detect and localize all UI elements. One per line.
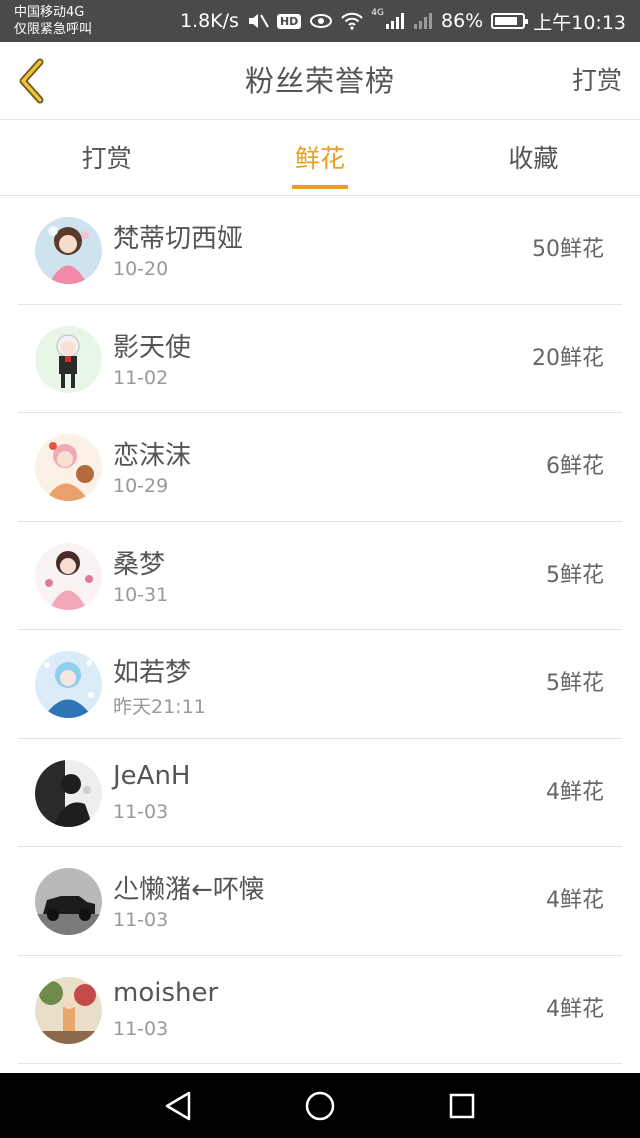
flower-count: 20鲜花 [532, 345, 604, 371]
list-item[interactable]: 恋沫沫 10-29 6鲜花 [18, 413, 622, 522]
clock: 上午10:13 [533, 11, 626, 34]
system-nav-bar [0, 1073, 640, 1138]
list-item[interactable]: 梵蒂切西娅 10-20 50鲜花 [18, 196, 622, 305]
list-item[interactable]: 桑梦 10-31 5鲜花 [18, 522, 622, 630]
fan-time: 11-03 [113, 800, 169, 823]
fan-time: 10-20 [113, 258, 169, 280]
fan-list: 梵蒂切西娅 10-20 50鲜花 影天使 11-02 20鲜花 恋沫沫 10-2… [18, 196, 622, 1064]
flower-count: 5鲜花 [546, 562, 604, 588]
battery-percent: 86% [441, 10, 484, 32]
network-speed: 1.8K/s [179, 10, 239, 32]
status-indicators: 1.8K/s HD 4G 86% 上午10:13 [180, 0, 626, 42]
list-item[interactable]: 尐懒潴←吥懐 11-03 4鲜花 [18, 847, 622, 956]
flower-count: 4鲜花 [546, 779, 604, 805]
fan-name: 尐懒潴←吥懐 [113, 875, 265, 905]
wifi-icon [341, 12, 364, 30]
network-type: 4G [371, 8, 384, 18]
tab-reward-label: 打赏 [81, 144, 132, 173]
battery-level [495, 17, 518, 25]
fan-time: 11-02 [113, 366, 169, 389]
fan-name: 如若梦 [113, 658, 192, 688]
nav-back-button[interactable] [156, 1085, 200, 1127]
fan-time: 昨天21:11 [113, 696, 206, 718]
carrier-info: 中国移动4G 仅限紧急呼叫 [14, 4, 92, 38]
reward-button[interactable]: 打赏 [572, 42, 622, 120]
flower-count: 4鲜花 [546, 996, 604, 1022]
carrier-name: 中国移动4G [14, 5, 85, 20]
avatar[interactable] [35, 325, 102, 393]
avatar[interactable] [35, 542, 102, 610]
tab-bar: 打赏 鲜花 收藏 [0, 121, 640, 196]
tab-flowers-label: 鲜花 [294, 144, 345, 173]
tab-favorites-label: 收藏 [508, 144, 559, 173]
flower-count: 50鲜花 [532, 237, 604, 262]
avatar[interactable] [35, 976, 102, 1044]
fan-name: JeAnH [113, 760, 191, 791]
page-title: 粉丝荣誉榜 [244, 64, 395, 98]
eye-icon [309, 12, 333, 30]
active-tab-indicator [291, 185, 348, 189]
status-bar: 中国移动4G 仅限紧急呼叫 1.8K/s HD 4G 86% 上午10:13 [0, 0, 640, 42]
tab-flowers[interactable]: 鲜花 [213, 121, 426, 195]
signal-icon: 4G [371, 8, 405, 30]
back-triangle-icon [165, 1091, 191, 1121]
avatar[interactable] [35, 759, 102, 827]
avatar[interactable] [35, 868, 102, 935]
list-item[interactable]: JeAnH 11-03 4鲜花 [18, 739, 622, 847]
fan-name: 恋沫沫 [113, 441, 192, 471]
emergency-only-label: 仅限紧急呼叫 [14, 22, 93, 37]
fan-name: 桑梦 [113, 549, 166, 580]
flower-count: 4鲜花 [546, 888, 604, 913]
avatar[interactable] [35, 217, 102, 284]
fan-time: 11-03 [113, 909, 169, 931]
battery-icon [491, 13, 529, 29]
app-header: 粉丝荣誉榜 打赏 [0, 42, 640, 120]
nav-recents-button[interactable] [440, 1085, 484, 1127]
list-item[interactable]: moisher 11-03 4鲜花 [18, 956, 622, 1064]
fan-time: 10-29 [113, 475, 169, 497]
list-item[interactable]: 影天使 11-02 20鲜花 [18, 305, 622, 413]
fan-time: 11-03 [113, 1017, 169, 1040]
avatar[interactable] [35, 434, 102, 501]
home-circle-icon [305, 1091, 335, 1121]
fan-time: 10-31 [113, 583, 169, 606]
fan-name: 梵蒂切西娅 [113, 224, 244, 254]
signal-secondary-icon [413, 12, 433, 30]
mute-icon [247, 11, 269, 31]
tab-reward[interactable]: 打赏 [0, 121, 213, 195]
fan-name: moisher [113, 977, 219, 1008]
hd-badge: HD [276, 13, 302, 29]
tab-favorites[interactable]: 收藏 [427, 121, 640, 195]
avatar[interactable] [35, 651, 102, 718]
flower-count: 6鲜花 [546, 454, 604, 479]
nav-home-button[interactable] [298, 1085, 342, 1127]
flower-count: 5鲜花 [546, 671, 604, 696]
recents-square-icon [449, 1093, 475, 1119]
fan-name: 影天使 [113, 332, 192, 363]
list-item[interactable]: 如若梦 昨天21:11 5鲜花 [18, 630, 622, 739]
